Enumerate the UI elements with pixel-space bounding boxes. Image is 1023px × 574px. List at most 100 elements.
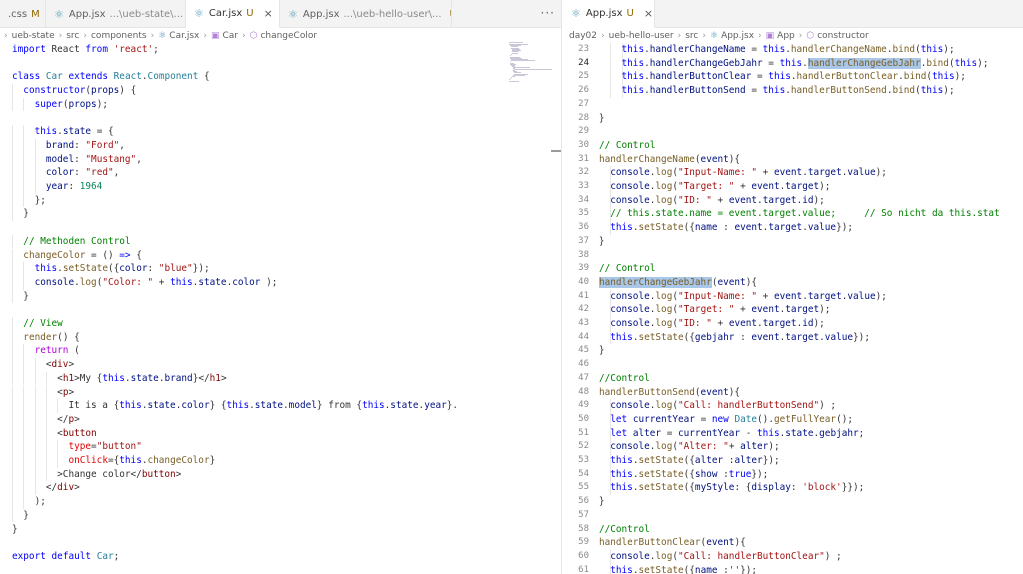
code-line[interactable]: 48 handlerButtonSend(event){ <box>563 386 1023 400</box>
code-line[interactable]: </div> <box>0 481 561 496</box>
code-line[interactable]: 38 <box>563 249 1023 263</box>
code-line[interactable]: <div> <box>0 358 561 372</box>
breadcrumb-item[interactable]: › ueb-state <box>0 31 55 41</box>
code-line[interactable]: 44 this.setState({gebjahr : event.target… <box>563 330 1023 345</box>
breadcrumb-item[interactable]: › src <box>674 31 699 41</box>
code-line[interactable]: </p> <box>0 412 561 427</box>
code-line[interactable]: } <box>0 207 561 222</box>
code-line[interactable]: 34 console.log("ID: " + event.target.id)… <box>563 193 1023 208</box>
code-line[interactable]: 28 } <box>563 112 1023 126</box>
code-line[interactable]: render() { <box>0 330 561 345</box>
minimap[interactable] <box>509 42 555 82</box>
breadcrumb-item[interactable]: day02 <box>569 31 597 41</box>
code-line[interactable]: model: "Mustang", <box>0 152 561 167</box>
code-line[interactable]: color: "red", <box>0 166 561 180</box>
close-icon[interactable]: × <box>264 7 273 20</box>
code-line[interactable]: 60 console.log("Call: handlerButtonClear… <box>563 549 1023 564</box>
code-line[interactable]: It is a {this.state.color} {this.state.m… <box>0 399 561 413</box>
code-line[interactable]: 40 handlerChangeGebJahr(event){ <box>563 276 1023 290</box>
code-line[interactable]: super(props); <box>0 97 561 112</box>
code-line[interactable]: import React from 'react'; <box>0 43 561 57</box>
code-line[interactable]: 27 <box>563 98 1023 112</box>
code-line[interactable]: onClick={this.changeColor} <box>0 454 561 468</box>
code-line[interactable]: 35 // this.state.name = event.target.val… <box>563 207 1023 222</box>
breadcrumb-item[interactable]: › ⚛ Car.jsx <box>147 31 200 41</box>
code-line[interactable]: 26 this.handlerButtonSend = this.handler… <box>563 84 1023 98</box>
code-line[interactable]: 46 <box>563 358 1023 372</box>
code-line[interactable]: 45 } <box>563 344 1023 358</box>
code-line[interactable] <box>0 112 561 126</box>
editor-tab[interactable]: ⚛ App.jsx U × <box>563 0 655 28</box>
code-line[interactable]: class Car extends React.Component { <box>0 70 561 84</box>
code-line[interactable]: }; <box>0 193 561 208</box>
breadcrumb-item[interactable]: › ▣ App <box>754 31 795 41</box>
editor-tab[interactable]: ⚛ Car.jsx U × <box>186 0 280 28</box>
code-line[interactable]: 59 handlerButtonClear(event){ <box>563 536 1023 550</box>
code-line[interactable]: 51 let alter = currentYear - this.state.… <box>563 426 1023 441</box>
code-line[interactable]: >Change color</button> <box>0 467 561 482</box>
editor-tab[interactable]: .css M <box>0 0 46 28</box>
code-editor-app-jsx[interactable]: 23 this.handlerChangeName = this.handler… <box>563 43 1023 574</box>
code-line[interactable]: <button <box>0 426 561 441</box>
code-line[interactable]: constructor(props) { <box>0 84 561 98</box>
breadcrumb-item[interactable]: › components <box>79 31 146 41</box>
code-line[interactable]: 41 console.log("Input-Name: " + event.ta… <box>563 289 1023 304</box>
code-line[interactable]: 53 this.setState({alter :alter}); <box>563 454 1023 468</box>
breadcrumb-item[interactable]: › ▣ Car <box>199 31 238 41</box>
code-line[interactable]: 36 this.setState({name : event.target.va… <box>563 221 1023 235</box>
code-line[interactable]: console.log("Color: " + this.state.color… <box>0 275 561 290</box>
code-line[interactable]: 33 console.log("Target: " + event.target… <box>563 180 1023 194</box>
code-line[interactable]: return ( <box>0 344 561 359</box>
code-line[interactable]: 57 <box>563 509 1023 523</box>
breadcrumb-item[interactable]: › ⬡ changeColor <box>238 31 317 41</box>
code-line[interactable]: 23 this.handlerChangeName = this.handler… <box>563 43 1023 57</box>
code-line[interactable]: 47 //Control <box>563 372 1023 386</box>
scrollbar-indicator[interactable] <box>551 150 561 152</box>
code-line[interactable]: ); <box>0 495 561 509</box>
code-line[interactable]: 32 console.log("Input-Name: " + event.ta… <box>563 166 1023 180</box>
code-line[interactable] <box>0 221 561 235</box>
code-line[interactable]: brand: "Ford", <box>0 138 561 153</box>
code-line[interactable]: this.state = { <box>0 125 561 139</box>
code-line[interactable]: 24 this.handlerChangeGebJahr = this.hand… <box>563 56 1023 71</box>
code-line[interactable]: 50 let currentYear = new Date().getFullY… <box>563 412 1023 427</box>
code-line[interactable]: 49 console.log("Call: handlerButtonSend"… <box>563 399 1023 413</box>
code-line[interactable] <box>0 57 561 71</box>
code-line[interactable]: 29 <box>563 125 1023 139</box>
code-line[interactable]: 55 this.setState({myStyle: {display: 'bl… <box>563 481 1023 496</box>
code-line[interactable]: 52 console.log("Alter: "+ alter); <box>563 440 1023 454</box>
code-line[interactable]: } <box>0 289 561 304</box>
code-line[interactable]: // Methoden Control <box>0 234 561 249</box>
code-editor-car-jsx[interactable]: import React from 'react'; class Car exte… <box>0 43 561 574</box>
code-line[interactable]: 39 // Control <box>563 262 1023 276</box>
code-line[interactable]: <h1>My {this.state.brand}</h1> <box>0 371 561 386</box>
breadcrumb-item[interactable]: › ⬡ constructor <box>795 31 869 41</box>
close-icon[interactable]: × <box>644 7 653 20</box>
code-line[interactable]: 43 console.log("ID: " + event.target.id)… <box>563 317 1023 331</box>
breadcrumb-item[interactable]: › ueb-hello-user <box>597 31 674 41</box>
code-line[interactable]: } <box>0 508 561 523</box>
more-actions-icon[interactable]: ··· <box>541 6 555 20</box>
code-line[interactable]: 25 this.handlerButtonClear = this.handle… <box>563 70 1023 85</box>
code-line[interactable]: // View <box>0 317 561 331</box>
code-line[interactable]: 61 this.setState({name :''}); <box>563 563 1023 574</box>
code-line[interactable]: this.setState({color: "blue"}); <box>0 262 561 276</box>
code-line[interactable]: 42 console.log("Target: " + event.target… <box>563 303 1023 317</box>
code-line[interactable]: 37 } <box>563 235 1023 249</box>
code-line[interactable]: <p> <box>0 385 561 400</box>
code-line[interactable]: 31 handlerChangeName(event){ <box>563 153 1023 167</box>
code-line[interactable]: 56 } <box>563 495 1023 509</box>
breadcrumb-item[interactable]: › src <box>55 31 80 41</box>
code-line[interactable]: changeColor = () => { <box>0 248 561 263</box>
code-line[interactable]: export default Car; <box>0 550 561 564</box>
code-line[interactable] <box>0 536 561 550</box>
code-line[interactable] <box>0 303 561 317</box>
editor-tab[interactable]: ⚛App.jsx...\ueb-state\...U <box>46 0 186 28</box>
editor-tab[interactable]: ⚛ App.jsx...\ueb-hello-user\... U <box>280 0 452 28</box>
code-line[interactable]: } <box>0 523 561 537</box>
code-line[interactable]: year: 1964 <box>0 180 561 194</box>
code-line[interactable]: 54 this.setState({show :true}); <box>563 467 1023 482</box>
breadcrumb-item[interactable]: › ⚛ App.jsx <box>698 31 754 41</box>
code-line[interactable]: type="button" <box>0 440 561 454</box>
code-line[interactable]: 30 // Control <box>563 139 1023 153</box>
